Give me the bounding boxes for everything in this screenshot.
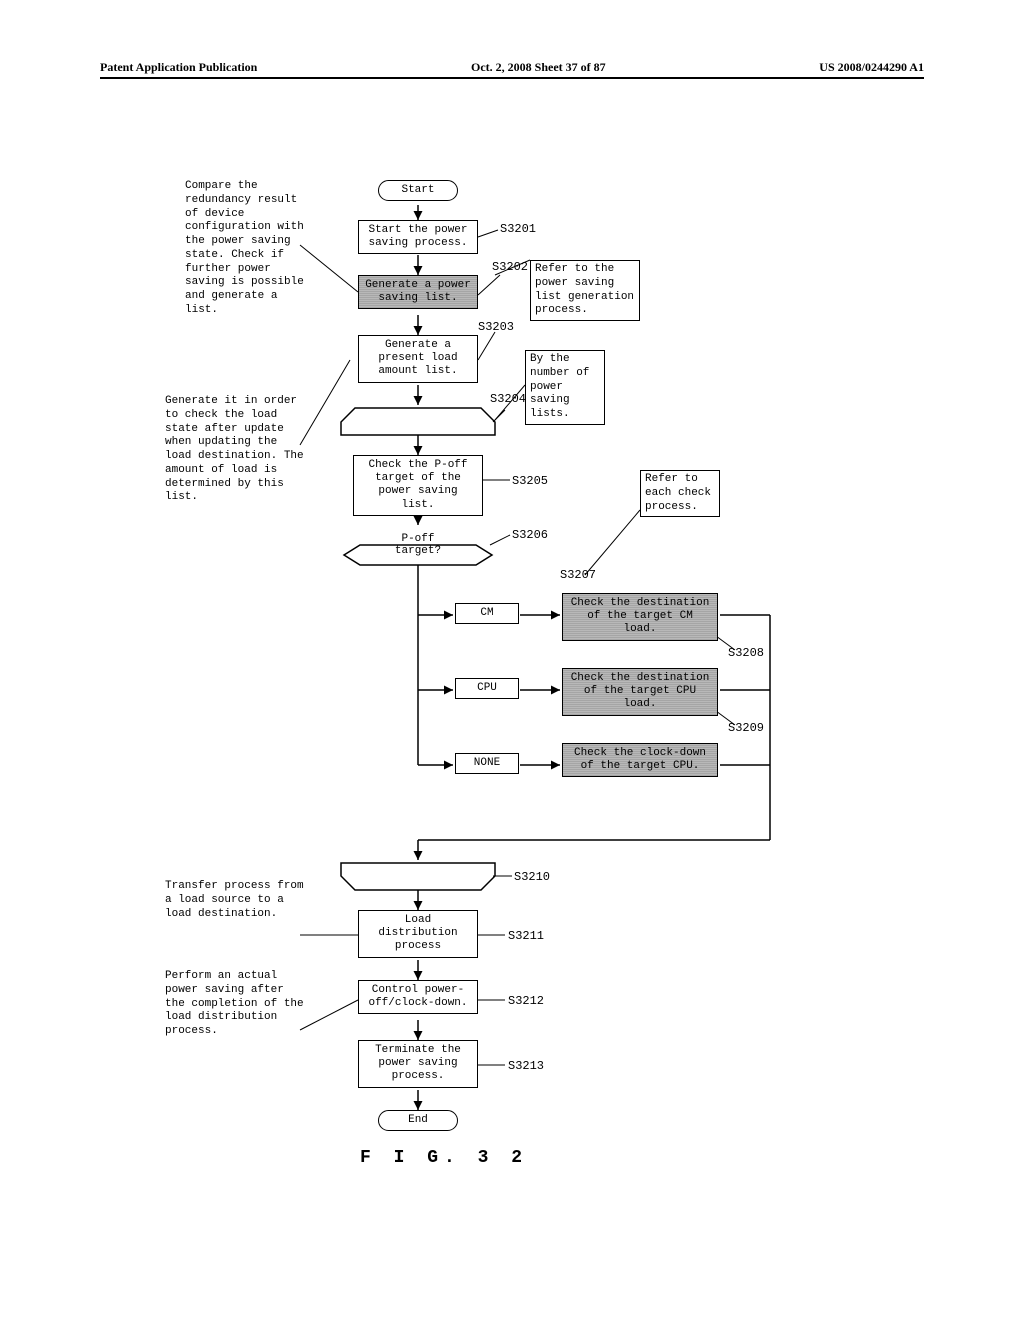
step-s3201: Start the power saving process. (358, 220, 478, 254)
annotation-2: Refer to the power saving list generatio… (530, 260, 640, 321)
annotation-4: Generate it in order to check the load s… (165, 395, 305, 505)
label-s3210: S3210 (514, 870, 550, 884)
step-s3213: Terminate the power saving process. (358, 1040, 478, 1088)
step-s3206: P-off target? (376, 533, 460, 557)
connector-lines (0, 160, 1024, 1320)
branch-none: NONE (455, 753, 519, 774)
flowchart-diagram: Start Start the power saving process. Ge… (0, 160, 1024, 1320)
end-terminator: End (378, 1110, 458, 1131)
branch-cpu: CPU (455, 678, 519, 699)
branch-cm: CM (455, 603, 519, 624)
figure-label: F I G. 3 2 (360, 1148, 528, 1168)
label-s3204: S3204 (490, 392, 526, 406)
label-s3212: S3212 (508, 994, 544, 1008)
label-s3213: S3213 (508, 1059, 544, 1073)
step-s3205: Check the P-off target of the power savi… (353, 455, 483, 516)
step-s3207: Check the destination of the target CM l… (562, 593, 718, 641)
start-terminator: Start (378, 180, 458, 201)
label-s3207: S3207 (560, 568, 596, 582)
annotation-5: Refer to each check process. (640, 470, 720, 517)
step-s3208: Check the destination of the target CPU … (562, 668, 718, 716)
header-right: US 2008/0244290 A1 (819, 60, 924, 75)
step-s3202: Generate a power saving list. (358, 275, 478, 309)
step-s3209: Check the clock-down of the target CPU. (562, 743, 718, 777)
annotation-1: Compare the redundancy result of device … (185, 180, 305, 318)
label-s3203: S3203 (478, 320, 514, 334)
header-left: Patent Application Publication (100, 60, 257, 75)
label-s3211: S3211 (508, 929, 544, 943)
label-s3206: S3206 (512, 528, 548, 542)
label-s3205: S3205 (512, 474, 548, 488)
annotation-7: Perform an actual power saving after the… (165, 970, 305, 1039)
label-s3208: S3208 (728, 646, 764, 660)
step-s3211: Load distribution process (358, 910, 478, 958)
page-header: Patent Application Publication Oct. 2, 2… (100, 60, 924, 79)
annotation-6: Transfer process from a load source to a… (165, 880, 305, 921)
step-s3212: Control power-off/clock-down. (358, 980, 478, 1014)
label-s3201: S3201 (500, 222, 536, 236)
header-center: Oct. 2, 2008 Sheet 37 of 87 (471, 60, 606, 75)
step-s3203: Generate a present load amount list. (358, 335, 478, 383)
label-s3209: S3209 (728, 721, 764, 735)
annotation-3: By the number of power saving lists. (525, 350, 605, 425)
label-s3202: S3202 (492, 260, 528, 274)
